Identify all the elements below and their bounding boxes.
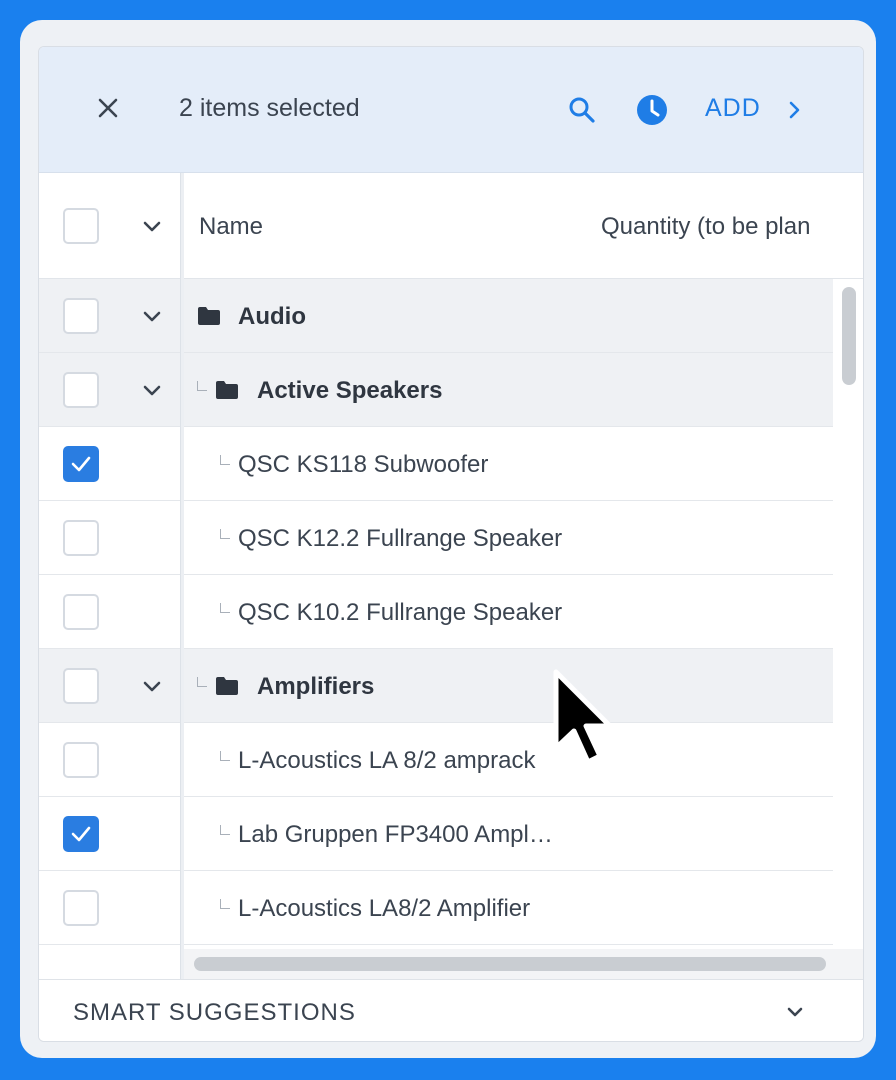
column-header-quantity[interactable]: Quantity (to be plan xyxy=(601,213,810,241)
horizontal-scrollbar-thumb[interactable] xyxy=(194,957,826,971)
add-button[interactable]: ADD xyxy=(705,94,761,123)
row-label: QSC K10.2 Fullrange Speaker xyxy=(238,599,563,626)
row-checkbox[interactable] xyxy=(63,446,99,482)
row-label: L-Acoustics LA 8/2 amprack xyxy=(238,747,536,774)
table-row[interactable]: L-Acoustics LA8/2 Amplifier xyxy=(39,871,863,945)
mouse-pointer-icon xyxy=(553,669,613,765)
folder-icon xyxy=(198,307,220,325)
close-icon[interactable] xyxy=(91,91,125,125)
row-select-cell xyxy=(39,501,180,575)
table-row[interactable]: Amplifiers xyxy=(39,649,863,723)
vertical-scrollbar-thumb[interactable] xyxy=(842,287,856,385)
row-select-cell xyxy=(39,871,180,945)
tree-branch-icon xyxy=(197,381,207,391)
checkmark-icon xyxy=(71,826,91,842)
tree-branch-icon xyxy=(220,751,230,761)
chevron-right-icon[interactable] xyxy=(785,95,805,125)
row-checkbox[interactable] xyxy=(63,742,99,778)
row-checkbox[interactable] xyxy=(63,298,99,334)
table-row[interactable]: Active Speakers xyxy=(39,353,863,427)
smart-suggestions-label: SMART SUGGESTIONS xyxy=(73,999,356,1026)
selection-toolbar: 2 items selected ADD xyxy=(39,47,863,173)
row-select-cell xyxy=(39,797,180,871)
row-label: Lab Gruppen FP3400 Ampl… xyxy=(238,821,553,848)
tree-branch-icon xyxy=(220,825,230,835)
chevron-down-icon[interactable] xyxy=(139,377,165,403)
checkmark-icon xyxy=(71,456,91,472)
table-row[interactable]: L-Acoustics LA 8/2 amprack xyxy=(39,723,863,797)
tree-branch-icon xyxy=(220,455,230,465)
row-label: QSC K12.2 Fullrange Speaker xyxy=(238,525,563,552)
selection-panel: 2 items selected ADD Name Quantity (to b… xyxy=(38,46,864,1042)
row-label: Amplifiers xyxy=(257,673,375,700)
clock-icon[interactable] xyxy=(635,93,669,127)
table-header: Name Quantity (to be plan xyxy=(39,173,863,279)
row-label: Active Speakers xyxy=(257,377,443,404)
row-select-cell xyxy=(39,575,180,649)
row-label: Audio xyxy=(238,303,306,330)
row-checkbox[interactable] xyxy=(63,668,99,704)
row-label: QSC KS118 Subwoofer xyxy=(238,451,489,478)
row-checkbox[interactable] xyxy=(63,890,99,926)
tree-branch-icon xyxy=(220,899,230,909)
row-label: L-Acoustics LA8/2 Amplifier xyxy=(238,895,531,922)
frozen-column-divider xyxy=(180,173,184,979)
chevron-down-icon[interactable] xyxy=(139,673,165,699)
tree-branch-icon xyxy=(220,529,230,539)
chevron-down-icon[interactable] xyxy=(139,303,165,329)
row-select-cell xyxy=(39,723,180,797)
search-icon[interactable] xyxy=(565,93,599,127)
column-header-name[interactable]: Name xyxy=(199,213,263,241)
table-row[interactable]: Audio xyxy=(39,279,863,353)
select-all-checkbox[interactable] xyxy=(63,208,99,244)
chevron-down-icon[interactable] xyxy=(139,213,165,239)
row-checkbox[interactable] xyxy=(63,372,99,408)
chevron-down-icon[interactable] xyxy=(783,1000,807,1024)
row-select-cell xyxy=(39,427,180,501)
folder-icon xyxy=(216,381,238,399)
tree-branch-icon xyxy=(220,603,230,613)
table-row[interactable]: QSC K10.2 Fullrange Speaker xyxy=(39,575,863,649)
table-row[interactable]: QSC KS118 Subwoofer xyxy=(39,427,863,501)
smart-suggestions-toggle[interactable]: SMART SUGGESTIONS xyxy=(39,979,863,1041)
table-row[interactable]: QSC K12.2 Fullrange Speaker xyxy=(39,501,863,575)
selection-count: 2 items selected xyxy=(179,94,360,122)
folder-icon xyxy=(216,677,238,695)
row-checkbox[interactable] xyxy=(63,520,99,556)
row-checkbox[interactable] xyxy=(63,816,99,852)
row-checkbox[interactable] xyxy=(63,594,99,630)
tree-branch-icon xyxy=(197,677,207,687)
table-row[interactable]: Lab Gruppen FP3400 Ampl… xyxy=(39,797,863,871)
